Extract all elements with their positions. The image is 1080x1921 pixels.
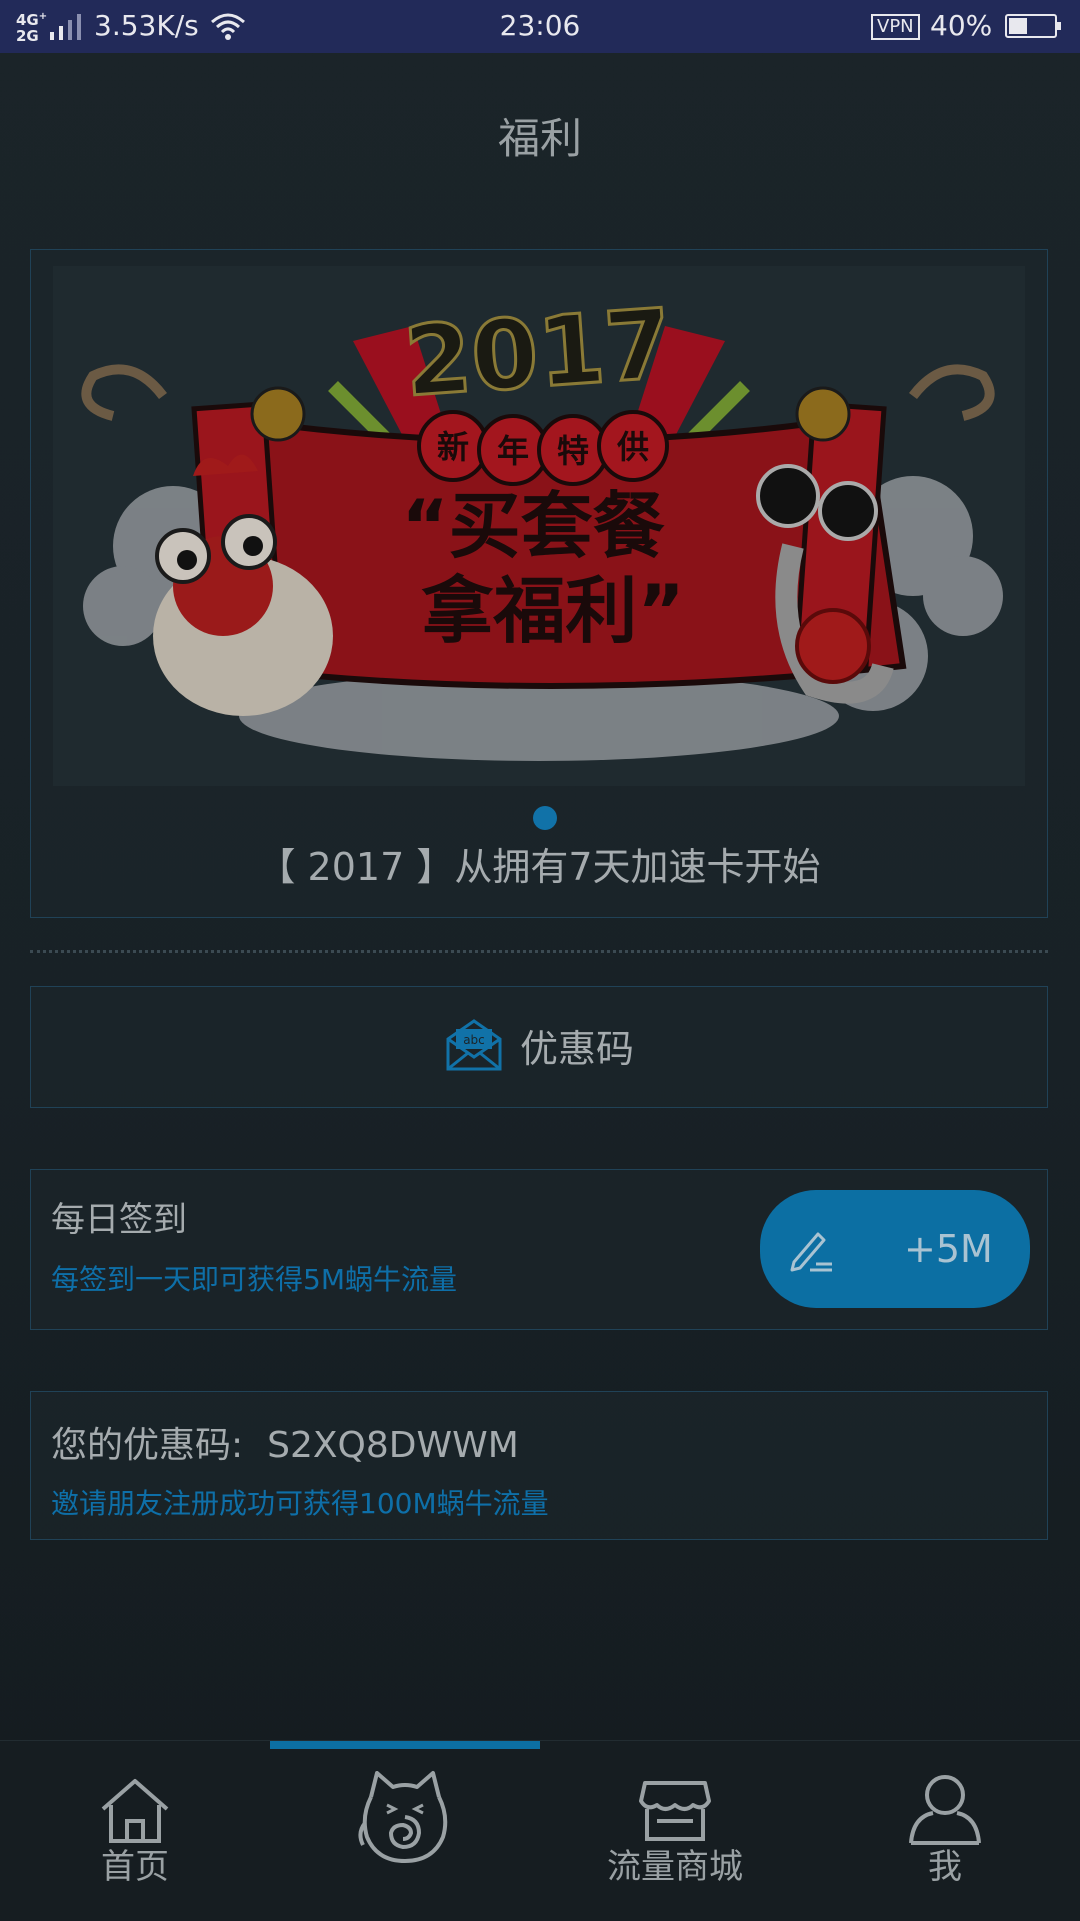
checkin-button-label: +5M (904, 1227, 993, 1271)
tab-me[interactable]: 我 (810, 1741, 1080, 1921)
your-code-label: 您的优惠码: (51, 1425, 244, 1466)
banner-image[interactable]: 新年 特供 2017 “买套餐 拿福利” (53, 266, 1025, 786)
dotted-divider (30, 950, 1048, 953)
tab-home-label: 首页 (101, 1847, 169, 1887)
invite-description: 邀请朋友注册成功可获得100M蜗牛流量 (51, 1487, 549, 1520)
svg-text:拿福利”: 拿福利” (421, 569, 684, 653)
svg-text:供: 供 (617, 428, 649, 466)
status-bar: 4G+ 2G 3.53K/s 23:06 VPN 40% (0, 0, 1080, 53)
tab-snail[interactable] (270, 1741, 540, 1921)
battery-percent: 40% (930, 9, 993, 42)
svg-text:2017: 2017 (401, 288, 675, 418)
checkin-title: 每日签到 (51, 1200, 187, 1240)
svg-text:abc: abc (463, 1033, 485, 1047)
your-code-row: 您的优惠码: S2XQ8DWWM (51, 1416, 519, 1468)
tab-traffic-store-label: 流量商城 (607, 1847, 743, 1887)
svg-text:“买套餐: “买套餐 (401, 484, 665, 568)
carousel-dot-active[interactable] (533, 806, 557, 830)
svg-text:新: 新 (437, 428, 469, 466)
checkin-button[interactable]: +5M (760, 1190, 1030, 1308)
daily-checkin-card: 每日签到 每签到一天即可获得5M蜗牛流量 +5M (30, 1169, 1048, 1330)
invite-card: 您的优惠码: S2XQ8DWWM 邀请朋友注册成功可获得100M蜗牛流量 (30, 1391, 1048, 1540)
person-icon (909, 1775, 981, 1845)
promo-code-button[interactable]: abc 优惠码 (30, 986, 1048, 1108)
tab-me-label: 我 (928, 1847, 962, 1887)
battery-icon (1005, 14, 1061, 38)
store-icon (639, 1781, 711, 1841)
snail-cat-icon (358, 1771, 448, 1864)
page-title: 福利 (497, 114, 582, 163)
banner-caption[interactable]: 【 2017 】从拥有7天加速卡开始 (31, 836, 1047, 891)
banner-card: 新年 特供 2017 “买套餐 拿福利” 【 2017 】从拥有7天加速卡开始 (30, 249, 1048, 918)
your-code-value[interactable]: S2XQ8DWWM (267, 1425, 519, 1466)
banner-illustration: 新年 特供 2017 “买套餐 拿福利” (81, 286, 1003, 761)
vpn-badge: VPN (871, 14, 920, 40)
promo-code-label: 优惠码 (519, 1026, 634, 1071)
pen-sign-icon (790, 1232, 832, 1272)
battery-level (1009, 18, 1027, 34)
svg-text:年: 年 (497, 432, 529, 470)
home-icon (101, 1779, 169, 1843)
promo-code-content: abc 优惠码 (31, 1015, 1047, 1075)
bottom-tab-bar: 首页 流量商城 我 (0, 1740, 1080, 1921)
envelope-abc-icon: abc (446, 1019, 502, 1071)
svg-text:特: 特 (557, 432, 589, 470)
tab-home[interactable]: 首页 (0, 1741, 270, 1921)
tab-traffic-store[interactable]: 流量商城 (540, 1741, 810, 1921)
checkin-description: 每签到一天即可获得5M蜗牛流量 (51, 1263, 457, 1296)
